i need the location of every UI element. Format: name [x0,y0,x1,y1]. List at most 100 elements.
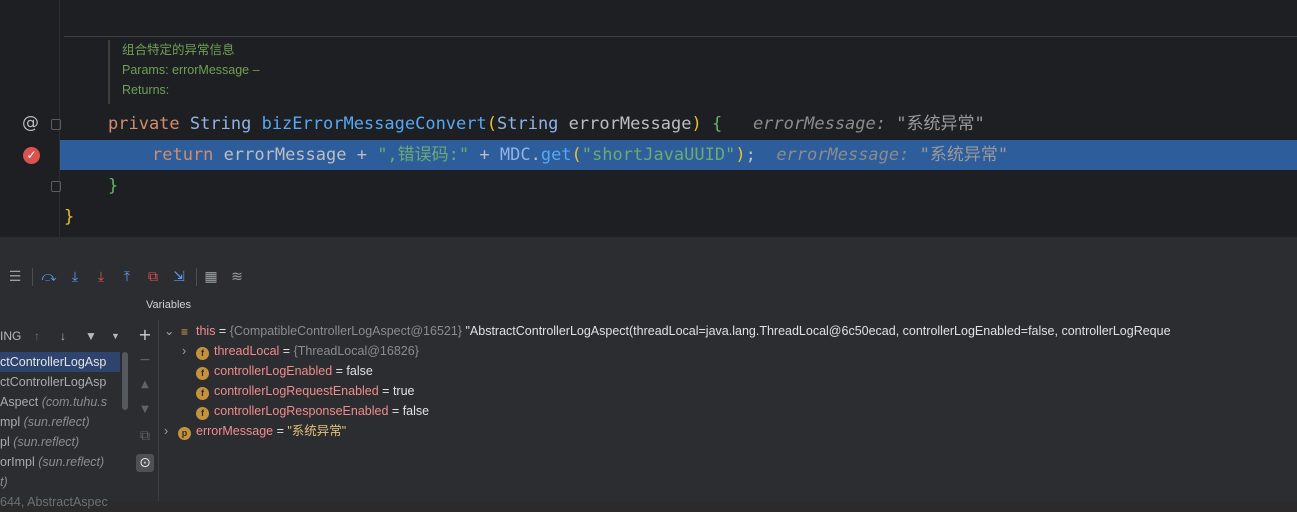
frame-text: orImpl [0,455,39,469]
paren: ) [735,145,746,165]
drop-frame-icon[interactable]: ⧉ [144,268,162,286]
method-name: bizErrorMessageConvert [261,114,487,134]
thread-selector[interactable]: ING [0,326,21,346]
frame-package: (sun.reflect) [13,435,80,449]
variable-errorMessage[interactable]: › p errorMessage = "系统异常" [164,421,346,441]
code-line-method-signature[interactable]: private String bizErrorMessageConvert(St… [0,109,1297,139]
parameter-icon: p [178,427,191,440]
force-step-into-icon[interactable]: ⤓ [92,268,110,286]
inline-hint-name: errorMessage: [752,114,886,134]
frame-package: (sun.reflect) [38,455,105,469]
frame-text: ctControllerLogAsp [0,355,107,369]
brace: { [701,114,723,134]
inline-hint-value: "系统异常" [919,145,1009,165]
frames-header: ING ↑ ↓ ▼ ▼ [0,326,132,346]
frame-item[interactable]: t) [0,472,120,492]
string-literal: ",错误码:" [377,145,470,165]
frame-item[interactable]: mpl (sun.reflect) [0,412,120,432]
filter-icon[interactable]: ▼ [85,326,97,346]
run-to-cursor-icon[interactable]: ⇲ [170,268,188,286]
variable-value: "AbstractControllerLogAspect(threadLocal… [462,324,1171,338]
variable-this[interactable]: ⌄ ≡ this = {CompatibleControllerLogAspect@… [164,321,1171,341]
keyword-private: private [108,114,180,134]
move-down-icon[interactable]: ▼ [136,401,154,419]
variable-threadLocal[interactable]: › f threadLocal = {ThreadLocal@16826} [182,341,419,361]
variables-label: Variables [146,299,192,311]
variable-value: "系统异常" [287,424,347,438]
down-arrow-icon[interactable]: ↓ [60,326,66,346]
toolbar-divider [32,268,33,286]
paren: ) [691,114,702,134]
variable-name: threadLocal [214,344,280,358]
step-over-icon[interactable]: ⤼ [40,268,58,286]
frame-item[interactable]: orImpl (sun.reflect) [0,452,120,472]
object-list-icon: ≡ [180,325,188,339]
evaluate-icon[interactable]: ▦ [202,268,220,286]
show-values-inline-icon[interactable]: ⊙ [136,454,154,472]
collapse-arrow-icon[interactable]: › [164,421,178,441]
paren: ( [571,145,582,165]
frame-item[interactable]: pl (sun.reflect) [0,432,120,452]
variable-controllerLogEnabled[interactable]: f controllerLogEnabled = false [196,361,373,381]
step-out-icon[interactable]: ⤒ [118,268,136,286]
frame-item[interactable]: ctControllerLogAsp [0,352,120,372]
variable-controllerLogResponseEnabled[interactable]: f controllerLogResponseEnabled = false [196,401,429,421]
string-literal: "shortJavaUUID" [581,145,736,165]
object-id: {CompatibleControllerLogAspect@16521} [229,324,462,338]
variable-name: controllerLogEnabled [214,364,333,378]
operator: + [469,145,500,165]
variable-value: true [392,384,415,398]
frame-text: mpl [0,415,24,429]
frame-text: t) [0,475,8,489]
up-arrow-icon[interactable]: ↑ [34,326,40,346]
frame-item[interactable]: Aspect (com.tuhu.s [0,392,120,412]
inline-hint-name: errorMessage: [776,145,910,165]
frame-package: (com.tuhu.s [41,395,107,409]
object-id: {ThreadLocal@16826} [293,344,419,358]
variable-name: this [196,324,216,338]
paren: ( [486,114,497,134]
javadoc-comment: 组合特定的异常信息 Params: errorMessage – Returns… [108,40,422,104]
expand-arrow-icon[interactable]: ⌄ [164,321,178,341]
code-line-current-execution[interactable]: return errorMessage + ",错误码:" + MDC.get(… [60,140,1297,170]
frame-item[interactable]: ctControllerLogAsp [0,372,120,392]
code-line-closing-brace[interactable]: } [0,171,1297,201]
param-name: errorMessage [558,114,692,134]
variable-controllerLogRequestEnabled[interactable]: f controllerLogRequestEnabled = true [196,381,415,401]
equals: = [378,384,393,398]
collapse-arrow-icon[interactable]: › [182,341,196,361]
move-up-icon[interactable]: ▲ [136,376,154,394]
method-call: get [540,145,572,165]
equals: = [388,404,403,418]
trace-icon[interactable]: ≋ [228,268,246,286]
breakpoint-icon[interactable]: ✓ [23,147,40,164]
variable-value: false [402,404,430,418]
copy-icon[interactable]: ⧉ [136,427,154,445]
field-icon: f [196,347,209,360]
equals: = [279,344,294,358]
frame-item[interactable]: 644, AbstractAspec [0,492,120,512]
equals: = [332,364,347,378]
remove-watch-icon[interactable]: − [136,351,154,369]
code-editor[interactable]: 组合特定的异常信息 Params: errorMessage – Returns… [0,0,1297,237]
variable-value: false [346,364,373,378]
expression: errorMessage + [213,145,378,165]
step-into-icon[interactable]: ⤓ [66,268,84,286]
equals: = [273,424,288,438]
chevron-down-icon[interactable]: ▼ [111,326,120,346]
class-name: MDC [499,145,531,165]
variable-name: controllerLogRequestEnabled [214,384,379,398]
frames-scrollbar[interactable] [122,352,128,410]
add-watch-icon[interactable]: + [136,326,154,344]
field-icon: f [196,387,209,400]
method-separator [64,36,1297,37]
brace: } [108,176,119,196]
variable-name: controllerLogResponseEnabled [214,404,389,418]
code-line-class-close[interactable]: } [0,202,1297,232]
field-icon: f [196,367,209,380]
field-icon: f [196,407,209,420]
frame-text: pl [0,435,14,449]
semicolon: ; [745,145,756,165]
toolbar-divider [196,268,197,286]
layout-icon[interactable]: ☰ [6,268,24,286]
